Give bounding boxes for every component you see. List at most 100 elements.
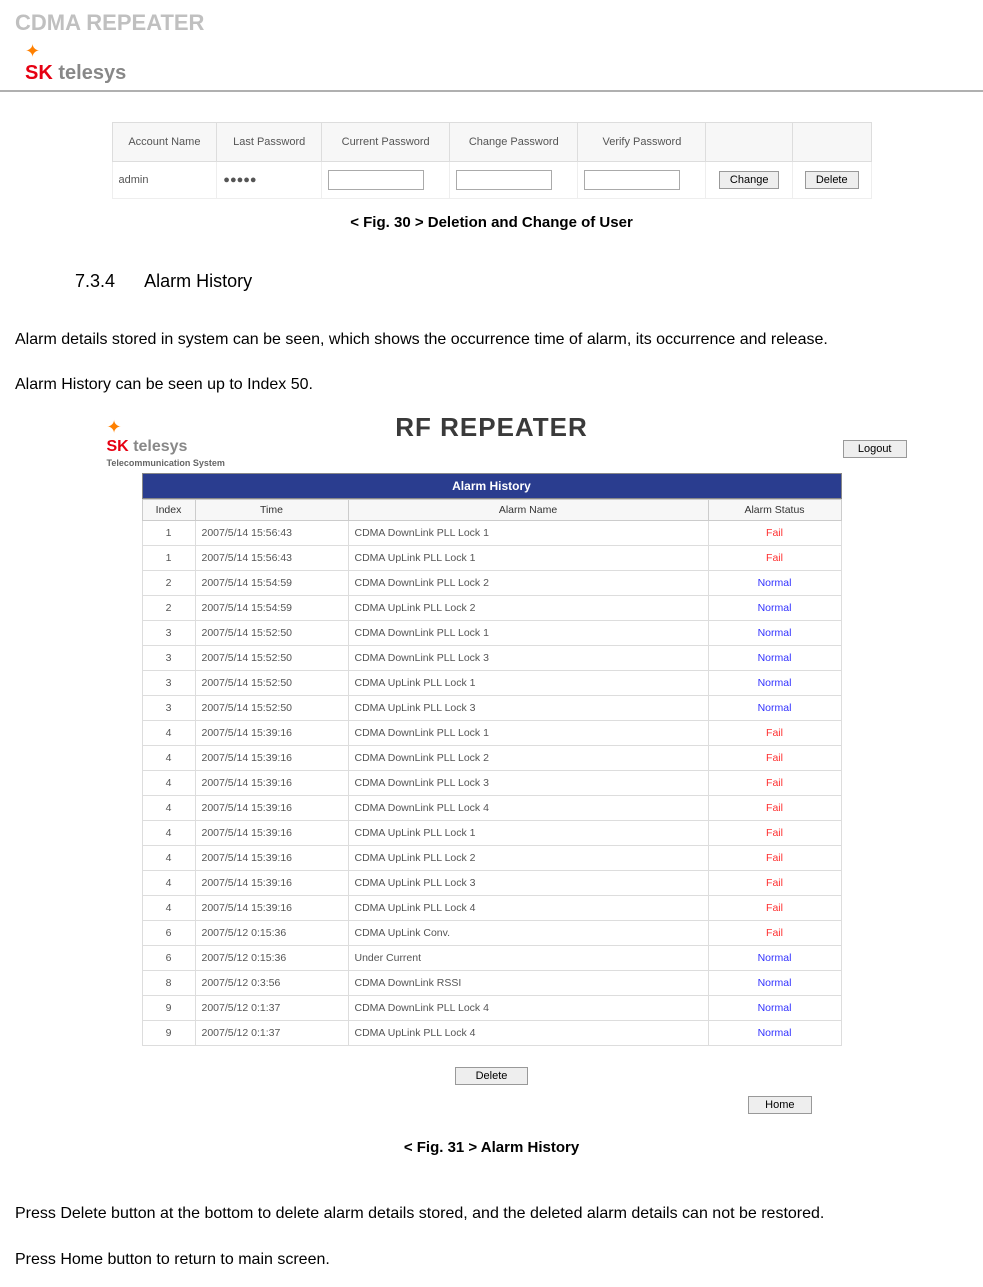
cell-alarm-status: Fail (708, 921, 841, 946)
cell-alarm-name: CDMA UpLink PLL Lock 2 (348, 846, 708, 871)
cell-time: 2007/5/14 15:52:50 (195, 696, 348, 721)
current-password-input[interactable] (328, 170, 424, 190)
cell-alarm-status: Normal (708, 671, 841, 696)
cell-time: 2007/5/14 15:52:50 (195, 671, 348, 696)
cell-alarm-status: Fail (708, 846, 841, 871)
cell-time: 2007/5/14 15:39:16 (195, 771, 348, 796)
cell-time: 2007/5/12 0:1:37 (195, 996, 348, 1021)
cell-alarm-status: Normal (708, 696, 841, 721)
verify-password-input[interactable] (584, 170, 680, 190)
fig30-caption: < Fig. 30 > Deletion and Change of User (15, 214, 968, 231)
cell-alarm-status: Fail (708, 546, 841, 571)
paragraph-2: Alarm History can be seen up to Index 50… (15, 367, 968, 402)
home-button[interactable]: Home (748, 1096, 811, 1114)
cell-time: 2007/5/14 15:39:16 (195, 871, 348, 896)
cell-time: 2007/5/14 15:39:16 (195, 721, 348, 746)
cell-alarm-name: CDMA UpLink PLL Lock 4 (348, 1021, 708, 1046)
cell-alarm-status: Fail (708, 771, 841, 796)
cell-alarm-name: CDMA DownLink PLL Lock 1 (348, 721, 708, 746)
sk-telesys-logo-small: ✦ SK telesys Telecommunication System (107, 417, 225, 468)
table-row: 92007/5/12 0:1:37CDMA DownLink PLL Lock … (142, 996, 841, 1021)
table-row: 42007/5/14 15:39:16CDMA UpLink PLL Lock … (142, 846, 841, 871)
cell-alarm-name: CDMA UpLink PLL Lock 1 (348, 821, 708, 846)
cell-alarm-status: Normal (708, 571, 841, 596)
cell-time: 2007/5/12 0:1:37 (195, 1021, 348, 1046)
cell-index: 9 (142, 996, 195, 1021)
cell-alarm-status: Fail (708, 871, 841, 896)
cell-alarm-name: CDMA DownLink PLL Lock 2 (348, 571, 708, 596)
cell-alarm-name: CDMA DownLink RSSI (348, 971, 708, 996)
cell-time: 2007/5/14 15:39:16 (195, 796, 348, 821)
section-number: 7.3.4 (75, 271, 115, 291)
table-row: 92007/5/12 0:1:37CDMA UpLink PLL Lock 4N… (142, 1021, 841, 1046)
cell-time: 2007/5/14 15:52:50 (195, 621, 348, 646)
alarm-history-table: Index Time Alarm Name Alarm Status 12007… (142, 499, 842, 1046)
cell-alarm-name: CDMA UpLink Conv. (348, 921, 708, 946)
table-row: 32007/5/14 15:52:50CDMA DownLink PLL Loc… (142, 621, 841, 646)
rf-repeater-title: RF REPEATER (395, 412, 588, 443)
col-verify-password: Verify Password (578, 123, 706, 162)
cell-index: 6 (142, 921, 195, 946)
cell-alarm-status: Normal (708, 946, 841, 971)
table-row: 12007/5/14 15:56:43CDMA DownLink PLL Loc… (142, 521, 841, 546)
cell-alarm-name: CDMA DownLink PLL Lock 3 (348, 646, 708, 671)
cell-index: 2 (142, 571, 195, 596)
logout-button[interactable]: Logout (843, 440, 907, 458)
user-mgmt-table: Account Name Last Password Current Passw… (112, 122, 872, 199)
cell-alarm-status: Fail (708, 821, 841, 846)
cell-alarm-name: CDMA DownLink PLL Lock 3 (348, 771, 708, 796)
cell-index: 3 (142, 646, 195, 671)
table-row: 42007/5/14 15:39:16CDMA DownLink PLL Loc… (142, 746, 841, 771)
paragraph-4: Press Home button to return to main scre… (15, 1242, 968, 1277)
cell-alarm-name: CDMA UpLink PLL Lock 3 (348, 871, 708, 896)
table-row: 42007/5/14 15:39:16CDMA UpLink PLL Lock … (142, 871, 841, 896)
col-last-password: Last Password (217, 123, 322, 162)
table-row: 42007/5/14 15:39:16CDMA DownLink PLL Loc… (142, 721, 841, 746)
cell-index: 4 (142, 896, 195, 921)
cell-alarm-name: CDMA DownLink PLL Lock 1 (348, 621, 708, 646)
table-row: 12007/5/14 15:56:43CDMA UpLink PLL Lock … (142, 546, 841, 571)
table-row: 42007/5/14 15:39:16CDMA DownLink PLL Loc… (142, 771, 841, 796)
sk-telesys-logo: ✦ SK telesys (25, 41, 185, 85)
col-alarm-name: Alarm Name (348, 500, 708, 521)
change-password-input[interactable] (456, 170, 552, 190)
table-row: 22007/5/14 15:54:59CDMA UpLink PLL Lock … (142, 596, 841, 621)
table-row: 42007/5/14 15:39:16CDMA DownLink PLL Loc… (142, 796, 841, 821)
cell-index: 4 (142, 746, 195, 771)
table-row: 32007/5/14 15:52:50CDMA UpLink PLL Lock … (142, 696, 841, 721)
cell-alarm-name: CDMA UpLink PLL Lock 3 (348, 696, 708, 721)
section-heading: 7.3.4 Alarm History (75, 271, 968, 292)
cell-account: admin (112, 162, 217, 199)
cell-alarm-name: Under Current (348, 946, 708, 971)
cell-time: 2007/5/14 15:54:59 (195, 571, 348, 596)
col-index: Index (142, 500, 195, 521)
cell-time: 2007/5/14 15:54:59 (195, 596, 348, 621)
delete-alarm-button[interactable]: Delete (455, 1067, 529, 1085)
table-row: 22007/5/14 15:54:59CDMA DownLink PLL Loc… (142, 571, 841, 596)
cell-alarm-status: Normal (708, 621, 841, 646)
section-title: Alarm History (144, 271, 252, 291)
cell-time: 2007/5/14 15:39:16 (195, 896, 348, 921)
cell-alarm-status: Normal (708, 596, 841, 621)
cell-index: 4 (142, 846, 195, 871)
table-row: 42007/5/14 15:39:16CDMA UpLink PLL Lock … (142, 896, 841, 921)
col-change-password: Change Password (450, 123, 578, 162)
paragraph-1: Alarm details stored in system can be se… (15, 322, 968, 357)
logo-subtitle: Telecommunication System (107, 458, 225, 468)
cell-index: 4 (142, 721, 195, 746)
cell-alarm-status: Fail (708, 896, 841, 921)
col-current-password: Current Password (322, 123, 450, 162)
cell-alarm-name: CDMA DownLink PLL Lock 2 (348, 746, 708, 771)
delete-user-button[interactable]: Delete (805, 171, 859, 189)
cell-alarm-name: CDMA DownLink PLL Lock 4 (348, 996, 708, 1021)
fig31-caption: < Fig. 31 > Alarm History (15, 1139, 968, 1156)
cell-time: 2007/5/14 15:56:43 (195, 521, 348, 546)
cell-time: 2007/5/12 0:15:36 (195, 946, 348, 971)
change-button[interactable]: Change (719, 171, 780, 189)
page-title: CDMA REPEATER (15, 10, 968, 36)
cell-alarm-name: CDMA UpLink PLL Lock 2 (348, 596, 708, 621)
cell-index: 4 (142, 771, 195, 796)
paragraph-3: Press Delete button at the bottom to del… (15, 1196, 968, 1231)
cell-time: 2007/5/12 0:3:56 (195, 971, 348, 996)
col-time: Time (195, 500, 348, 521)
